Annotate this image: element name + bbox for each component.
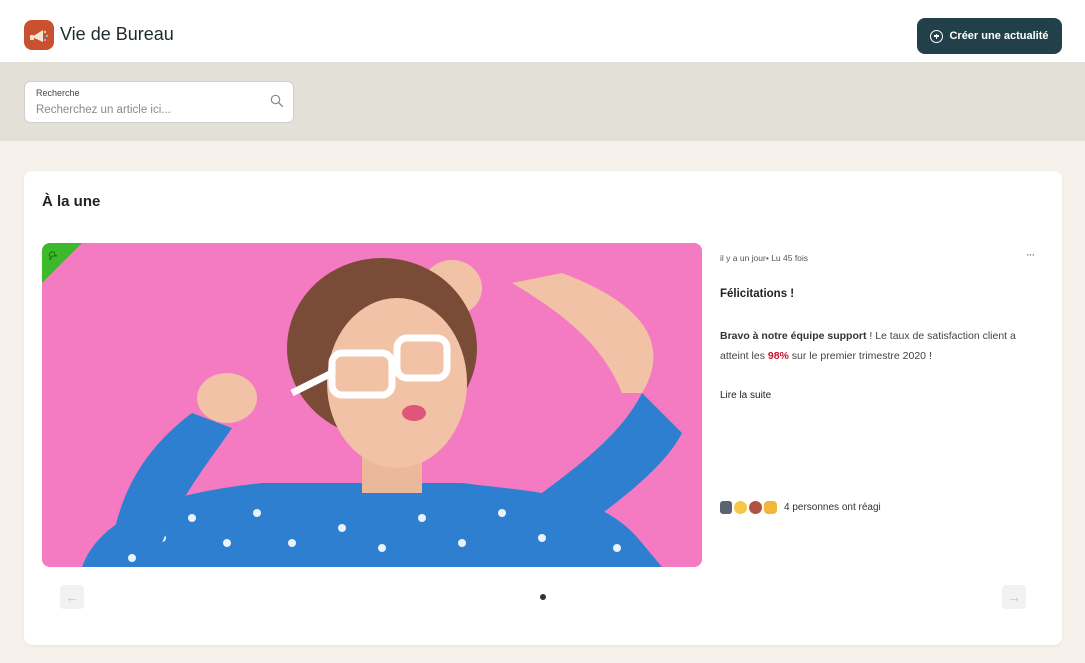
carousel-next-button[interactable]: →: [1002, 585, 1026, 609]
section-title: À la une: [42, 193, 101, 210]
create-news-label: Créer une actualité: [949, 30, 1049, 42]
clapping-hands-icon: [764, 501, 777, 514]
create-news-button[interactable]: Créer une actualité: [917, 18, 1062, 54]
post-meta: il y a un jour• Lu 45 fois: [720, 253, 808, 263]
arrow-right-icon: →: [1007, 589, 1021, 605]
post-body-part2: sur le premier trimestre 2020 !: [788, 350, 932, 362]
post-reads: Lu 45 fois: [771, 253, 809, 263]
carousel-prev-button[interactable]: ←: [60, 585, 84, 609]
post-body-strong: Bravo à notre équipe support: [720, 330, 867, 342]
reactions-summary[interactable]: 4 personnes ont réagi: [720, 501, 881, 514]
thumbs-up-icon: [720, 501, 732, 514]
search-band: Recherche: [0, 63, 1085, 141]
reactions-count: 4 personnes ont réagi: [784, 502, 881, 513]
featured-card: À la une il y a un jour• Lu 45 fois ··· …: [24, 171, 1062, 645]
carousel-page-dot[interactable]: [540, 594, 546, 600]
featured-post-image[interactable]: [42, 243, 702, 567]
app-title: Vie de Bureau: [60, 24, 174, 44]
more-options-icon[interactable]: ···: [1026, 249, 1035, 261]
search-field[interactable]: Recherche: [24, 81, 294, 123]
celebration-photo: [42, 243, 702, 567]
megaphone-icon: [30, 30, 49, 42]
search-icon[interactable]: [270, 94, 284, 108]
search-input[interactable]: [36, 102, 256, 118]
post-title: Félicitations !: [720, 288, 795, 300]
post-body: Bravo à notre équipe support ! Le taux d…: [720, 326, 1040, 366]
post-highlight: 98%: [767, 350, 789, 362]
heart-icon: [749, 501, 762, 514]
laughing-face-icon: [734, 501, 747, 514]
read-more-link[interactable]: Lire la suite: [720, 390, 771, 401]
post-age: il y a un jour: [720, 253, 766, 263]
search-label: Recherche: [36, 88, 80, 98]
plus-circle-icon: [930, 29, 944, 43]
app-logo[interactable]: [24, 20, 54, 50]
arrow-left-icon: ←: [65, 589, 79, 605]
top-bar: Vie de Bureau Créer une actualité: [0, 0, 1085, 63]
